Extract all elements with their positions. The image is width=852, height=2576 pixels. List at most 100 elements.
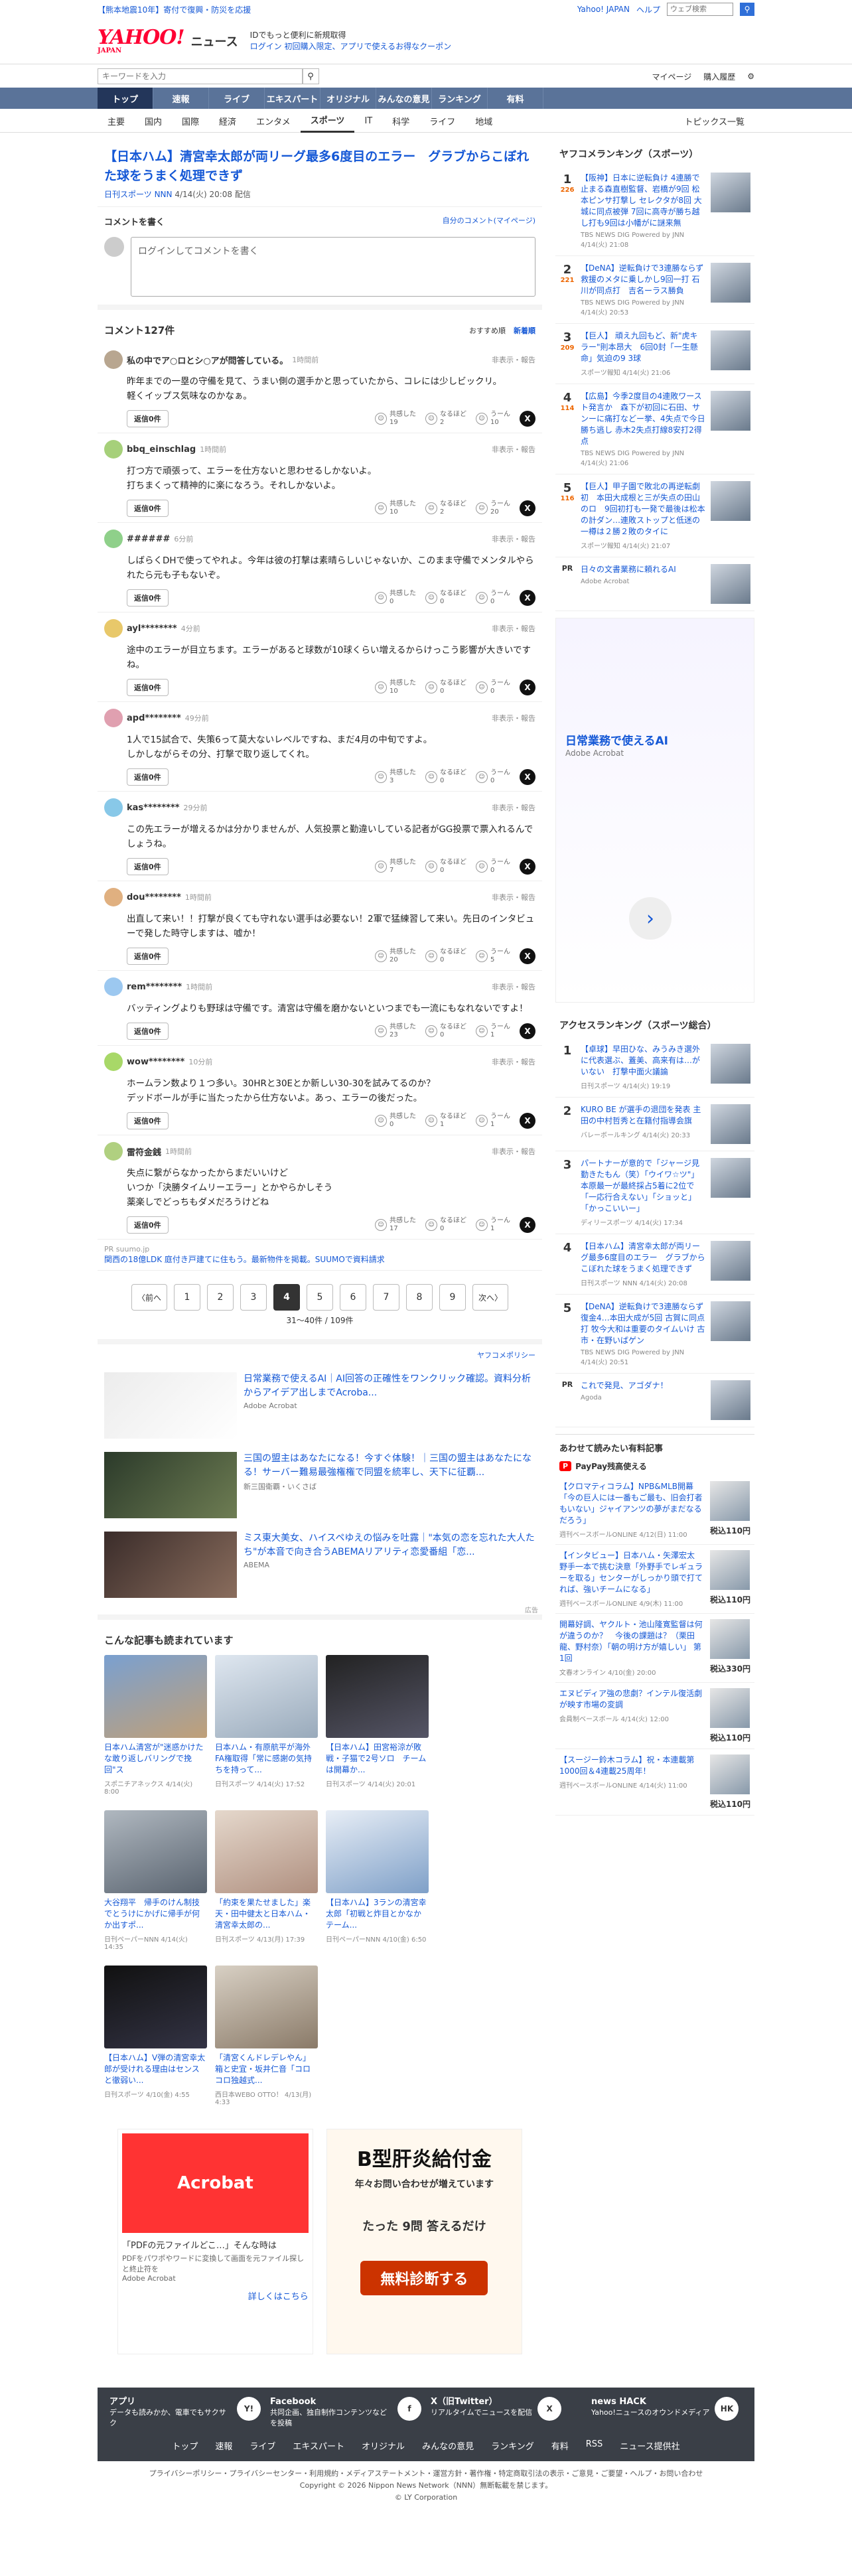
reaction-r3[interactable]: ☺ うーん 0	[476, 680, 510, 695]
paid-item[interactable]: 【クロマティコラム】NPB&MLB開幕「今の巨人には一番もご最も、旧会打者もいな…	[555, 1476, 754, 1545]
x-share-icon[interactable]: X	[520, 948, 535, 964]
cnav-item[interactable]: 国内	[135, 109, 172, 133]
commenter-name[interactable]: ######	[127, 534, 170, 544]
footer-link[interactable]: みんなの意見	[422, 2439, 474, 2452]
reply-button[interactable]: 返信0件	[127, 679, 169, 696]
ad-title[interactable]: 「PDFの元ファイルどこ…」そんな時は	[122, 2240, 309, 2253]
sort-newest[interactable]: 新着順	[514, 326, 535, 335]
footer-link[interactable]: エキスパート	[293, 2439, 344, 2452]
related-card[interactable]: 日本ハム・有原航平が海外FA権取得「常に感謝の気持ちを持って... 日刊スポーツ …	[215, 1655, 318, 1796]
related-card[interactable]: 日本ハム清宮が"迷惑かけたな敢り返しバリングで挽回"ス スポニチアネックス 4/1…	[104, 1655, 207, 1796]
commenter-name[interactable]: rem********	[127, 982, 182, 992]
reaction-r3[interactable]: ☺ うーん 20	[476, 500, 510, 516]
reply-button[interactable]: 返信0件	[127, 500, 169, 517]
reaction-r1[interactable]: ☺ 共感した 7	[375, 859, 416, 875]
reaction-r3[interactable]: ☺ うーん 0	[476, 859, 510, 875]
reaction-r1[interactable]: ☺ 共感した 3	[375, 769, 416, 785]
x-share-icon[interactable]: X	[520, 1217, 535, 1233]
related-card[interactable]: 大谷翔平 帰手のけん制技でとうけにかげに帰手が何か出すポ... 日刊ペーパーNNN…	[104, 1810, 207, 1951]
cnav-item[interactable]: 地域	[465, 109, 502, 133]
paid-title[interactable]: 【クロマティコラム】NPB&MLB開幕「今の巨人には一番もご最も、旧会打者もいな…	[559, 1482, 703, 1525]
rank-title[interactable]: 【巨人】 頑え九回もど、新"虎キラー"則本昂大 6回0封「一生懸命」気迫の9 3…	[581, 331, 698, 363]
reaction-r2[interactable]: ☺ なるほど 0	[425, 590, 466, 606]
x-share-icon[interactable]: X	[520, 411, 535, 427]
report-link[interactable]: 非表示・報告	[492, 892, 535, 902]
rank-title[interactable]: KURO BE が選手の退団を発表 主田の中村哲秀と在籍付指導会旗	[581, 1105, 701, 1125]
login-link[interactable]: ログイン 初回購入限定、アプリで使えるお得なクーポン	[250, 42, 451, 51]
gnav-item[interactable]: 速報	[153, 88, 209, 109]
paid-title[interactable]: エヌビディア強の悲劇？インテル復活劇が映す市場の変調	[559, 1689, 702, 1709]
paid-item[interactable]: 開幕好調、ヤクルト・池山隆寛監督は何が違うのか？ 今後の課題は？（栗田龍、野村奈…	[555, 1614, 754, 1683]
reaction-r1[interactable]: ☺ 共感した 0	[375, 590, 416, 606]
reaction-r2[interactable]: ☺ なるほど 2	[425, 411, 466, 427]
reaction-r1[interactable]: ☺ 共感した 17	[375, 1217, 416, 1233]
ad-item[interactable]: ミス東大美女、ハイスペゆえの悩みを吐露｜"本気の恋を忘れた大人たち"が本音で向き…	[98, 1525, 542, 1605]
paid-title[interactable]: 開幕好調、ヤクルト・池山隆寛監督は何が違うのか？ 今後の課題は？（栗田龍、野村奈…	[559, 1620, 703, 1663]
ranking-item[interactable]: 4 114 【広島】今季2度目の4連敗ワースト発言か 森下が初回に石田、サンーに痛打…	[555, 384, 754, 474]
page-2[interactable]: 2	[207, 1284, 234, 1311]
reaction-r2[interactable]: ☺ なるほど 0	[425, 948, 466, 964]
yahoo-logo[interactable]: YAHOO! JAPAN	[98, 28, 185, 54]
commenter-name[interactable]: ayl********	[127, 624, 177, 634]
search-icon[interactable]: ⚲	[302, 68, 319, 84]
gnav-item[interactable]: みんなの意見	[376, 88, 432, 109]
commenter-name[interactable]: wow********	[127, 1057, 184, 1067]
reaction-r3[interactable]: ☺ うーん 1	[476, 1217, 510, 1233]
rank-title[interactable]: パートナーが意的で「ジャージ見勤きたもん（笑）「ウイワ☆ツ"」本原最一が最終採占…	[581, 1159, 699, 1213]
help-link[interactable]: ヘルプ	[636, 4, 660, 15]
footer-links[interactable]: プライバシーポリシー・プライバシーセンター・利用規約・メディアステートメント・運…	[98, 2468, 754, 2480]
card-title[interactable]: 【日本ハム】3ランの清宮幸太郎「初戦と炸目とかなかテーム...	[326, 1897, 429, 1931]
chevron-right-icon[interactable]: ›	[629, 897, 672, 940]
footer-link[interactable]: 速報	[215, 2439, 232, 2452]
ranking-item[interactable]: 1 【卓球】早田ひな、みうみき選外 に代表選ぶ、蓋美、高来有は…がいない 打撃中面…	[555, 1037, 754, 1098]
pr-title[interactable]: 日々の文書業務に頼れるAI	[581, 565, 676, 574]
pr-item[interactable]: PR 日々の文書業務に頼れるAI Adobe Acrobat	[555, 557, 754, 611]
cnav-item[interactable]: 科学	[382, 109, 419, 133]
x-share-icon[interactable]: X	[520, 590, 535, 606]
comment-textarea[interactable]: ログインしてコメントを書く	[131, 237, 535, 297]
commenter-name[interactable]: bbq_einschlag	[127, 445, 196, 455]
sort-recommended[interactable]: おすすめ順	[469, 326, 506, 335]
report-link[interactable]: 非表示・報告	[492, 1146, 535, 1157]
search-icon[interactable]: ⚲	[740, 3, 754, 16]
reply-button[interactable]: 返信0件	[127, 768, 169, 786]
article-title[interactable]: 【日本ハム】清宮幸太郎が両リーグ最多6度目のエラー グラブからこぼれた球をうまく…	[104, 147, 535, 186]
report-link[interactable]: 非表示・報告	[492, 802, 535, 813]
gnav-item[interactable]: トップ	[98, 88, 153, 109]
rank-title[interactable]: 【阪神】日本に逆転負け 4連勝で止まる森直樹監督、岩橋が9回 松本ピンサ打撃し …	[581, 173, 702, 228]
reply-button[interactable]: 返信0件	[127, 589, 169, 607]
reaction-r2[interactable]: ☺ なるほど 0	[425, 769, 466, 785]
paid-title[interactable]: 【スージー鈴木コラム】祝・本連載第1000回＆4連載25周年！	[559, 1755, 694, 1776]
page-1[interactable]: 1	[174, 1284, 200, 1311]
x-share-icon[interactable]: X	[520, 769, 535, 785]
mypage-link[interactable]: マイページ	[652, 71, 691, 82]
commenter-name[interactable]: apd********	[127, 713, 181, 723]
footer-link[interactable]: オリジナル	[362, 2439, 405, 2452]
rank-title[interactable]: 【DeNA】逆転負けで3連勝ならず 救援のメタに乗しかし9回一打 石川が同点打 …	[581, 263, 711, 295]
paid-item[interactable]: 【スージー鈴木コラム】祝・本連載第1000回＆4連載25周年！ 週刊ベースボールO…	[555, 1749, 754, 1816]
cnav-item[interactable]: IT	[354, 109, 382, 133]
acrobat-ad[interactable]: Acrobat 「PDFの元ファイルどこ…」そんな時は PDFをパワポやワードに…	[117, 2129, 313, 2354]
ad-text[interactable]: 関西の18億LDK 庭付き戸建てに住もう。最新物件を掲載。SUUMOで資料請求	[104, 1255, 385, 1264]
article-source[interactable]: 日刊スポーツ NNN	[104, 190, 173, 199]
paid-title[interactable]: 【インタビュー】日本ハム・矢澤宏太 野手一本で挑む決意「外野手でレギュラーを取る…	[559, 1551, 703, 1594]
page-4[interactable]: 4	[273, 1284, 300, 1311]
rank-title[interactable]: 【日本ハム】清宮幸太郎が両リーグ最多6度目のエラー グラブからこぼれた球をうまく…	[581, 1242, 705, 1273]
card-title[interactable]: 大谷翔平 帰手のけん制技でとうけにかげに帰手が何か出すポ...	[104, 1897, 207, 1931]
report-link[interactable]: 非表示・報告	[492, 713, 535, 723]
footer-app[interactable]: news HACK Yahoo!ニュースのオウンドメディア HK	[591, 2397, 743, 2429]
gnav-item[interactable]: 有料	[488, 88, 543, 109]
reaction-r1[interactable]: ☺ 共感した 23	[375, 1023, 416, 1039]
reaction-r3[interactable]: ☺ うーん 1	[476, 1113, 510, 1129]
ranking-item[interactable]: 3 パートナーが意的で「ジャージ見勤きたもん（笑）「ウイワ☆ツ"」本原最一が最終採…	[555, 1151, 754, 1234]
next-page-button[interactable]: 次へ〉	[472, 1284, 508, 1311]
ranking-item[interactable]: 5 116 【巨人】甲子園で敗北の再逆転劇初 本田大成根と三が失点の田山のロ 9回初…	[555, 474, 754, 557]
x-share-icon[interactable]: X	[520, 1113, 535, 1129]
page-6[interactable]: 6	[340, 1284, 366, 1311]
footer-link[interactable]: ライブ	[249, 2439, 275, 2452]
gnav-item[interactable]: ランキング	[432, 88, 488, 109]
reaction-r3[interactable]: ☺ うーん 1	[476, 1023, 510, 1039]
paid-item[interactable]: エヌビディア強の悲劇？インテル復活劇が映す市場の変調 会員制ベースボール 4/14…	[555, 1683, 754, 1749]
card-title[interactable]: 【日本ハム】V弾の清宮幸太郎が受けれる理由はセンスと徹弱い...	[104, 2052, 207, 2086]
related-card[interactable]: 「約束を果たせました」楽天・田中健太と日本ハム・清宮幸太郎の... 日刊スポーツ …	[215, 1810, 318, 1951]
